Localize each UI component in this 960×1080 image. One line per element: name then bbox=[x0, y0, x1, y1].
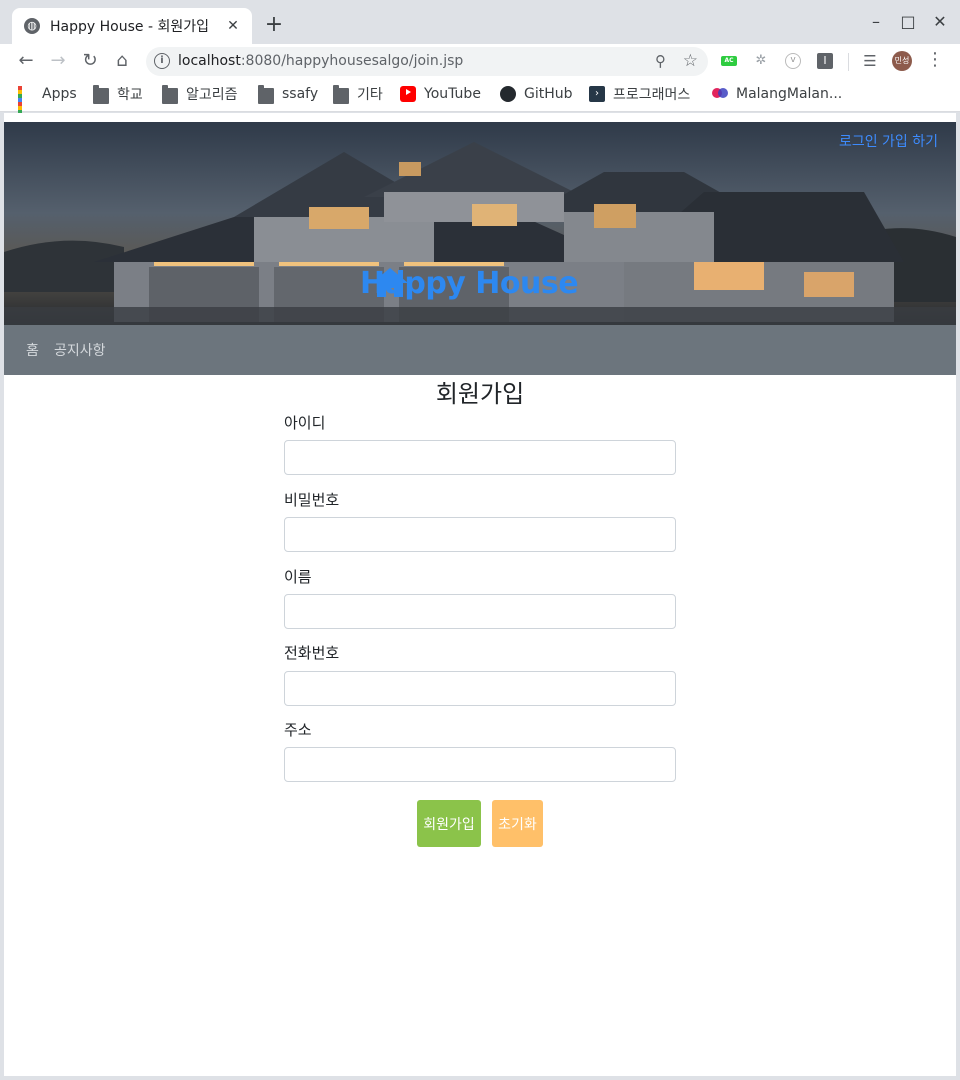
media-queue-icon[interactable]: ☰ bbox=[861, 53, 879, 69]
bookmark-programmers[interactable]: › 프로그래머스 bbox=[589, 84, 690, 104]
bookmark-youtube[interactable]: YouTube bbox=[400, 84, 481, 104]
phone-input[interactable] bbox=[284, 671, 676, 706]
menu-icon[interactable]: ⋮ bbox=[926, 50, 944, 70]
page-title: 회원가입 bbox=[435, 380, 525, 408]
browser-toolbar: ← → ↻ ⌂ i localhost:8080/happyhousesalgo… bbox=[0, 44, 960, 78]
address-label: 주소 bbox=[284, 721, 312, 739]
github-icon bbox=[500, 86, 516, 102]
bookmark-label: YouTube bbox=[424, 86, 481, 102]
folder-icon bbox=[162, 84, 178, 104]
bookmark-label: Apps bbox=[42, 86, 77, 102]
id-label: 아이디 bbox=[284, 414, 326, 432]
main-navbar: 홈 공지사항 bbox=[4, 325, 956, 375]
house-icon bbox=[372, 268, 408, 297]
nav-home[interactable]: 홈 bbox=[26, 340, 39, 360]
extension-icon[interactable]: ✲ bbox=[753, 53, 769, 69]
programmers-icon: › bbox=[589, 86, 605, 102]
reset-button[interactable]: 초기화 bbox=[492, 800, 543, 847]
home-icon[interactable]: ⌂ bbox=[110, 49, 134, 73]
globe-icon: ◍ bbox=[24, 18, 40, 34]
info-icon[interactable]: i bbox=[154, 53, 170, 69]
tab-title: Happy House - 회원가입 bbox=[50, 19, 209, 35]
bookmark-folder[interactable]: 기타 bbox=[333, 84, 383, 104]
toolbar-divider bbox=[848, 53, 849, 71]
back-icon[interactable]: ← bbox=[14, 49, 38, 73]
close-tab-icon[interactable]: ✕ bbox=[224, 18, 242, 34]
bookmark-label: 기타 bbox=[357, 87, 383, 103]
apps-icon bbox=[18, 86, 34, 122]
folder-icon bbox=[333, 84, 349, 104]
extension-shield-icon[interactable]: v bbox=[785, 53, 801, 69]
star-icon[interactable]: ☆ bbox=[683, 51, 698, 71]
bookmark-label: MalangMalan... bbox=[736, 86, 843, 102]
extension-i-icon[interactable]: I bbox=[817, 53, 833, 69]
bookmark-label: 학교 bbox=[117, 87, 143, 103]
hero-banner: 로그인 가입 하기 Happy House bbox=[4, 122, 956, 325]
name-label: 이름 bbox=[284, 568, 312, 586]
youtube-icon bbox=[400, 86, 416, 102]
profile-avatar[interactable]: 민성 bbox=[892, 51, 912, 71]
page-viewport: 로그인 가입 하기 Happy House 홈 공지사항 회원가입 아이디 비밀… bbox=[4, 113, 956, 1076]
id-input[interactable] bbox=[284, 440, 676, 475]
extension-ac-icon[interactable]: AC bbox=[721, 56, 737, 66]
url-text[interactable]: localhost:8080/happyhousesalgo/join.jsp bbox=[178, 53, 463, 69]
bookmark-folder[interactable]: ssafy bbox=[258, 84, 318, 104]
folder-icon bbox=[258, 84, 274, 104]
bookmarks-bar: Apps 학교 알고리즘 ssafy 기타 YouTube GitHub › 프… bbox=[0, 78, 960, 122]
bookmark-malang[interactable]: MalangMalan... bbox=[712, 84, 842, 104]
address-input[interactable] bbox=[284, 747, 676, 782]
zoom-icon[interactable]: ⚲ bbox=[655, 52, 666, 70]
folder-icon bbox=[93, 84, 109, 104]
signup-button[interactable]: 회원가입 bbox=[417, 800, 481, 847]
bookmark-label: ssafy bbox=[282, 86, 319, 102]
bookmark-label: GitHub bbox=[524, 86, 573, 102]
bookmark-folder[interactable]: 알고리즘 bbox=[162, 84, 238, 104]
password-label: 비밀번호 bbox=[284, 491, 340, 509]
malang-icon bbox=[712, 86, 728, 102]
name-input[interactable] bbox=[284, 594, 676, 629]
minimize-icon[interactable]: – bbox=[866, 12, 886, 31]
nav-notices[interactable]: 공지사항 bbox=[54, 340, 106, 360]
brand-logo[interactable]: Happy House bbox=[360, 266, 579, 301]
bookmark-label: 알고리즘 bbox=[186, 87, 238, 103]
bookmark-github[interactable]: GitHub bbox=[500, 84, 573, 104]
address-bar[interactable]: i localhost:8080/happyhousesalgo/join.js… bbox=[146, 47, 708, 76]
close-window-icon[interactable]: ✕ bbox=[930, 12, 950, 31]
bookmark-folder[interactable]: 학교 bbox=[93, 84, 143, 104]
maximize-icon[interactable]: □ bbox=[898, 12, 918, 31]
phone-label: 전화번호 bbox=[284, 644, 340, 662]
login-signup-link[interactable]: 로그인 가입 하기 bbox=[839, 131, 938, 151]
password-input[interactable] bbox=[284, 517, 676, 552]
new-tab-button[interactable]: + bbox=[262, 12, 286, 38]
reload-icon[interactable]: ↻ bbox=[78, 49, 102, 73]
browser-tab[interactable]: ◍ Happy House - 회원가입 ✕ bbox=[12, 8, 252, 44]
forward-icon[interactable]: → bbox=[46, 49, 70, 73]
browser-titlebar: ◍ Happy House - 회원가입 ✕ + – □ ✕ bbox=[0, 0, 960, 44]
bookmark-apps[interactable]: Apps bbox=[18, 84, 77, 122]
bookmark-label: 프로그래머스 bbox=[613, 87, 691, 103]
